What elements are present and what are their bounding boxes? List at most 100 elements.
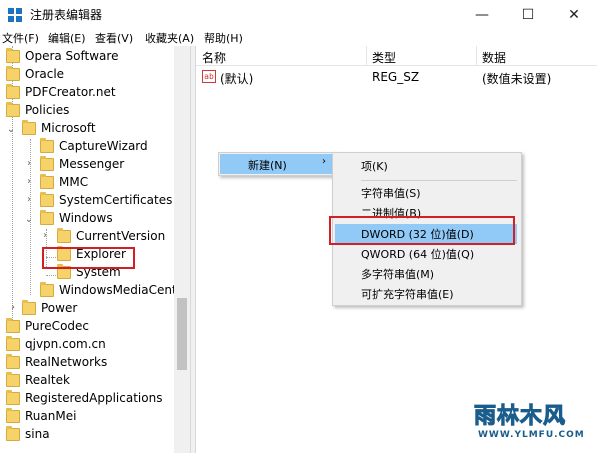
folder-icon	[40, 281, 54, 297]
tree-item-label: RealNetworks	[25, 355, 108, 369]
folder-icon	[6, 407, 20, 423]
value-name: (默认)	[220, 72, 254, 86]
tree-item-label: Messenger	[59, 157, 125, 171]
new-menu-label: 新建(N)	[248, 159, 287, 172]
new-menu-item[interactable]: 新建(N) ›	[220, 154, 336, 174]
tree-item-label: sina	[25, 427, 50, 441]
tree-item[interactable]: qjvpn.com.cn	[6, 335, 106, 353]
tree-item[interactable]: PDFCreator.net	[6, 83, 116, 101]
submenu-item-qword[interactable]: QWORD (64 位)值(Q)	[361, 246, 474, 262]
maximize-button[interactable]: ☐	[505, 0, 551, 29]
tree-item-label: CurrentVersion	[76, 229, 166, 243]
tree-item[interactable]: MMC	[40, 173, 88, 191]
tree-item-label: Realtek	[25, 373, 70, 387]
tree-item[interactable]: CaptureWizard	[40, 137, 148, 155]
folder-icon	[40, 155, 54, 171]
tree-item-label: WindowsMediaCenter	[59, 283, 189, 297]
string-value-icon: ab	[202, 70, 216, 83]
submenu-separator	[361, 180, 517, 181]
chevron-right-icon[interactable]: ›	[24, 194, 34, 205]
chevron-right-icon[interactable]: ›	[24, 158, 34, 169]
menu-bar: 文件(F) 编辑(E) 查看(V) 收藏夹(A) 帮助(H)	[0, 29, 597, 46]
folder-icon	[6, 425, 20, 441]
tree-item[interactable]: Microsoft	[22, 119, 96, 137]
tree-scrollbar-thumb[interactable]	[177, 298, 187, 370]
folder-icon	[6, 83, 20, 99]
tree-item[interactable]: sina	[6, 425, 50, 443]
folder-icon	[40, 137, 54, 153]
tree-item[interactable]: Realtek	[6, 371, 70, 389]
chevron-down-icon[interactable]: ⌄	[24, 214, 34, 225]
tree-item[interactable]: Windows	[40, 209, 113, 227]
explorer-highlight-box	[42, 247, 135, 269]
menu-file[interactable]: 文件(F)	[2, 30, 39, 46]
tree-item[interactable]: Power	[22, 299, 77, 317]
list-header: 名称 类型 数据	[196, 46, 597, 66]
value-type: REG_SZ	[372, 70, 420, 84]
tree-item[interactable]: SystemCertificates	[40, 191, 172, 209]
watermark-logo: 雨林木风 WWW.YLMFU.COM	[458, 390, 594, 450]
tree-item[interactable]: Opera Software	[6, 47, 118, 65]
tree-item-label: Microsoft	[41, 121, 96, 135]
tree-item-label: Opera Software	[25, 49, 119, 63]
tree-item-label: Policies	[25, 103, 70, 117]
window-title: 注册表编辑器	[30, 8, 103, 22]
title-bar: 注册表编辑器 — ☐ ✕	[0, 0, 597, 29]
submenu-item-expandstring[interactable]: 可扩充字符串值(E)	[361, 286, 454, 302]
tree-item-label: Oracle	[25, 67, 65, 81]
submenu-item-multistring[interactable]: 多字符串值(M)	[361, 266, 434, 282]
menu-view[interactable]: 查看(V)	[95, 30, 133, 46]
column-divider[interactable]	[366, 46, 367, 66]
folder-icon	[22, 119, 36, 135]
column-name-header[interactable]: 名称	[202, 49, 226, 66]
column-data-header[interactable]: 数据	[482, 49, 506, 66]
chevron-right-icon[interactable]: ›	[24, 176, 34, 187]
menu-favorites[interactable]: 收藏夹(A)	[145, 30, 194, 46]
tree-item[interactable]: WindowsMediaCenter	[40, 281, 189, 299]
tree-scrollbar[interactable]	[174, 46, 190, 453]
tree-item-label: qjvpn.com.cn	[25, 337, 106, 351]
submenu-item-key[interactable]: 项(K)	[361, 158, 388, 174]
tree-item-label: Power	[41, 301, 78, 315]
dword-highlight-box	[329, 216, 515, 245]
tree-item-label: CaptureWizard	[59, 139, 148, 153]
folder-icon	[22, 299, 36, 315]
folder-icon	[6, 317, 20, 333]
watermark-title: 雨林木风	[473, 404, 567, 430]
menu-edit[interactable]: 编辑(E)	[48, 30, 86, 46]
chevron-down-icon[interactable]: ⌄	[6, 124, 16, 135]
folder-icon	[6, 389, 20, 405]
chevron-right-icon: ›	[322, 156, 326, 167]
menu-help[interactable]: 帮助(H)	[204, 30, 243, 46]
folder-icon	[40, 191, 54, 207]
column-type-header[interactable]: 类型	[372, 49, 396, 66]
folder-icon	[6, 101, 20, 117]
tree-item-label: Windows	[59, 211, 113, 225]
tree-item[interactable]: Oracle	[6, 65, 64, 83]
regedit-app-icon	[8, 8, 22, 22]
folder-icon	[40, 209, 54, 225]
list-item[interactable]: ab (默认) REG_SZ (数值未设置)	[196, 68, 597, 86]
chevron-right-icon[interactable]: ›	[40, 230, 50, 241]
column-divider[interactable]	[476, 46, 477, 66]
tree-item-label: SystemCertificates	[59, 193, 173, 207]
tree-item[interactable]: RuanMei	[6, 407, 76, 425]
tree-item-label: PureCodec	[25, 319, 90, 333]
tree-item[interactable]: PureCodec	[6, 317, 89, 335]
tree-item[interactable]: CurrentVersion	[57, 227, 165, 245]
folder-icon	[6, 65, 20, 81]
submenu-item-string[interactable]: 字符串值(S)	[361, 185, 421, 201]
tree-item-label: RegisteredApplications	[25, 391, 163, 405]
tree-item-label: RuanMei	[25, 409, 77, 423]
close-button[interactable]: ✕	[551, 0, 597, 29]
tree-item-label: PDFCreator.net	[25, 85, 116, 99]
tree-item[interactable]: RealNetworks	[6, 353, 107, 371]
tree-item[interactable]: Policies	[6, 101, 69, 119]
tree-item[interactable]: RegisteredApplications	[6, 389, 162, 407]
minimize-button[interactable]: —	[459, 0, 505, 29]
tree-item[interactable]: Messenger	[40, 155, 124, 173]
tree-item-label: MMC	[59, 175, 89, 189]
tree-connector	[46, 275, 56, 276]
chevron-right-icon[interactable]: ›	[8, 302, 18, 313]
context-menu: 新建(N) ›	[218, 152, 338, 176]
